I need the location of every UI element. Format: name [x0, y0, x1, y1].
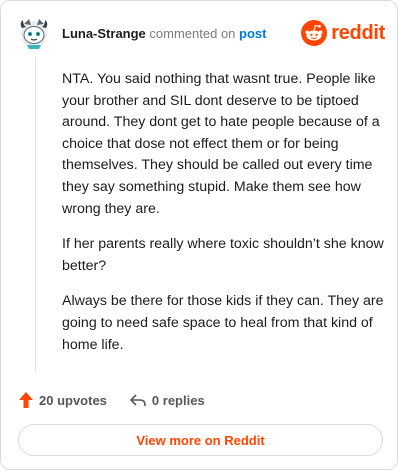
reply-arrow-icon [130, 394, 146, 406]
comment-paragraph: NTA. You said nothing that wasnt true. P… [62, 71, 380, 217]
username-link[interactable]: Luna-Strange [62, 26, 146, 41]
post-link[interactable]: post [239, 26, 266, 41]
avatar[interactable] [17, 15, 51, 51]
view-more-button[interactable]: View more on Reddit [18, 424, 383, 456]
comment-body: NTA. You said nothing that wasnt true. P… [62, 69, 384, 370]
comment-paragraph: If her parents really where toxic should… [62, 236, 384, 274]
attribution-text: commented on [149, 26, 236, 41]
reddit-brand-link[interactable]: reddit [301, 19, 385, 47]
comment-header: Luna-Strange commented on post reddit [17, 15, 385, 55]
reply-count: 0 replies [151, 392, 205, 408]
thread-line [35, 57, 36, 373]
comment-actions: 20 upvotes 0 replies [18, 389, 227, 411]
upvote-button[interactable]: 20 upvotes [18, 391, 107, 409]
snoo-avatar-icon [20, 19, 48, 49]
reddit-logo-icon [301, 20, 328, 46]
comment-embed-card: Luna-Strange commented on post reddit NT… [0, 0, 398, 470]
reddit-wordmark: reddit [331, 21, 385, 44]
comment-paragraph: Always be there for those kids if they c… [62, 293, 384, 353]
upvote-count: 20 upvotes [39, 392, 107, 408]
reply-button[interactable]: 0 replies [129, 392, 205, 408]
comment-attribution: Luna-Strange commented on post [62, 26, 267, 41]
upvote-arrow-icon [19, 392, 33, 408]
